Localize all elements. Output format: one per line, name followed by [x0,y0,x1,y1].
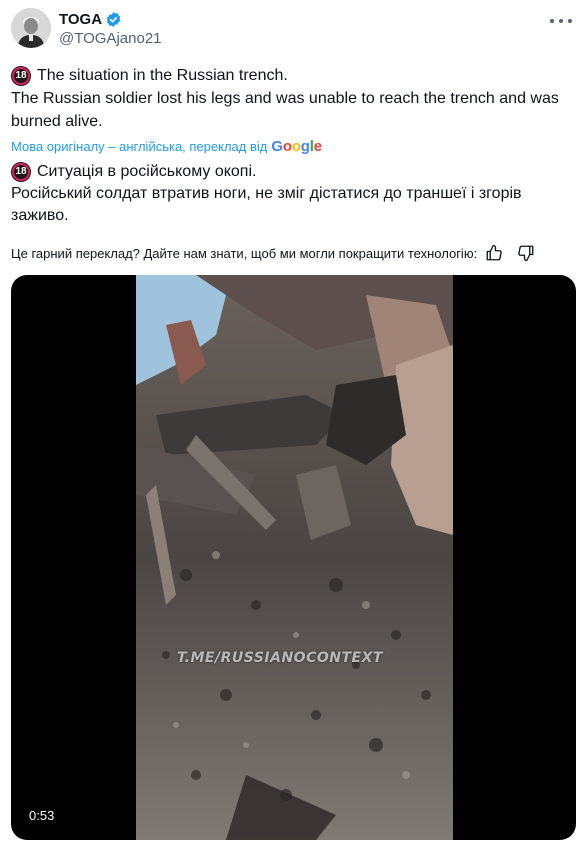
display-name[interactable]: TOGA [59,11,102,28]
translation-feedback: Це гарний переклад? Дайте нам знати, щоб… [11,244,576,262]
feedback-question: Це гарний переклад? Дайте нам знати, щоб… [11,245,478,261]
tweet-body: 18 The situation in the Russian trench. … [11,64,576,133]
thumbs-down-icon[interactable] [517,244,535,262]
tweet-text-line2: The Russian soldier lost his legs and wa… [11,90,559,130]
video-frame[interactable] [136,275,453,840]
tweet-header: TOGA @TOGAjano21 [11,8,162,48]
video-duration: 0:53 [23,806,61,825]
video-still [136,275,453,840]
verified-badge-icon [106,11,121,27]
tweet-text-line1: The situation in the Russian trench. [37,67,288,84]
translation-attribution[interactable]: Мова оригіналу – англійська, переклад ві… [11,138,322,155]
video-watermark: T.ME/RUSSIANOCONTEXT [177,650,383,666]
thumbs-up-icon[interactable] [485,244,503,262]
translated-body: 18 Ситуація в російському окопі. Російсь… [11,161,576,227]
translation-label[interactable]: Мова оригіналу – англійська, переклад ві… [11,139,267,154]
age-18-icon: 18 [11,65,31,86]
more-options-icon[interactable] [550,12,572,30]
tweet-line-1: 18 The situation in the Russian trench. [11,64,576,87]
translated-text-line1: Ситуація в російському окопі. [37,163,257,180]
avatar[interactable] [11,8,51,48]
portrait-icon [11,8,51,48]
google-logo: Google [271,138,322,155]
age-18-icon: 18 [11,162,31,182]
translated-line-1: 18 Ситуація в російському окопі. [11,161,576,183]
handle[interactable]: @TOGAjano21 [59,30,162,47]
translated-text-line2: Російський солдат втратив ноги, не зміг … [11,185,522,224]
video-player[interactable]: T.ME/RUSSIANOCONTEXT 0:53 [11,275,576,840]
